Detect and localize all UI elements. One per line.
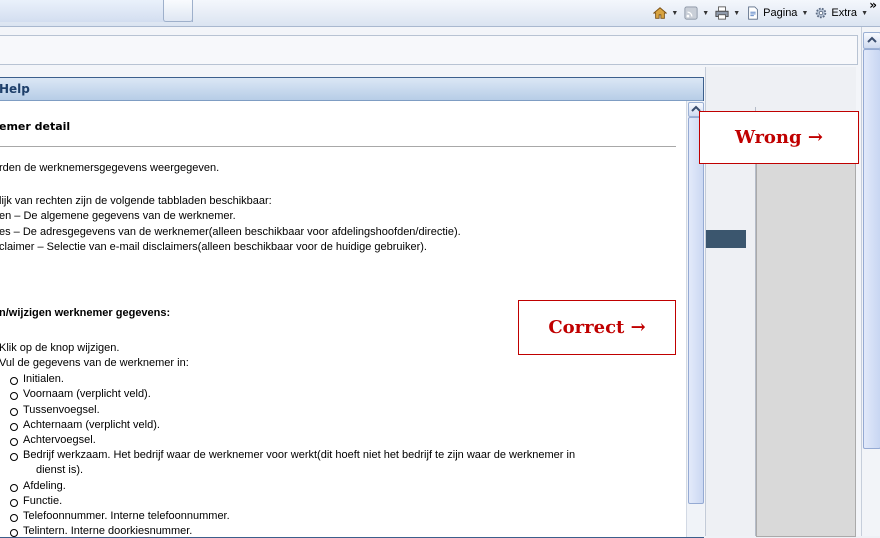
background-frame	[756, 159, 856, 537]
chevron-down-icon[interactable]: ▼	[702, 10, 709, 17]
wrong-annotation: Wrong →	[699, 111, 859, 164]
list-item: Initialen.	[10, 373, 64, 385]
list-item-continuation: dienst is).	[36, 464, 84, 476]
page-icon	[748, 6, 758, 20]
home-button[interactable]: ▼	[653, 6, 678, 20]
tools-menu-button[interactable]: Extra ▼	[814, 6, 868, 20]
scroll-up-button[interactable]	[863, 32, 880, 49]
scroll-thumb[interactable]	[863, 49, 880, 449]
list-item: Telefoonnummer. Interne telefoonnummer.	[10, 510, 230, 522]
print-button[interactable]: ▼	[715, 6, 740, 20]
help-title-bar[interactable]: Help	[0, 78, 703, 101]
tab-description: es – De adresgegevens van de werknemer(a…	[0, 226, 461, 238]
list-item: Achtervoegsel.	[10, 434, 96, 446]
step-text: Klik op de knop wijzigen.	[0, 342, 120, 354]
list-item: Achternaam (verplicht veld).	[10, 419, 160, 431]
page-menu-label: Pagina	[763, 7, 798, 19]
wrong-annotation-label: Wrong →	[735, 127, 823, 148]
tab-description: en – De algemene gegevens van de werknem…	[0, 210, 236, 222]
list-item: Telintern. Interne doorkiesnummer.	[9, 525, 193, 537]
section-title: n/wijzigen werknemer gegevens:	[0, 307, 171, 319]
correct-annotation: Correct →	[518, 300, 676, 355]
chevron-down-icon: ▼	[861, 9, 868, 17]
correct-annotation-label: Correct →	[548, 317, 646, 338]
list-item: Functie.	[9, 495, 63, 507]
page-menu-button[interactable]: Pagina ▼	[746, 6, 808, 20]
home-icon	[653, 7, 668, 19]
help-title: Help	[0, 82, 30, 96]
help-scroll-thumb[interactable]	[688, 117, 704, 504]
help-heading: emer detail	[0, 120, 71, 133]
content-header-bar	[0, 35, 858, 65]
gear-icon	[816, 7, 827, 19]
chevron-down-icon[interactable]: ▼	[671, 10, 678, 17]
heading-divider	[0, 146, 676, 147]
feeds-button[interactable]: ▼	[684, 6, 709, 20]
list-item: Tussenvoegsel.	[10, 404, 100, 416]
step-text: Vul de gegevens van de werknemer in:	[0, 357, 189, 369]
browser-toolbar: ▼ ▼ ▼ Pagina ▼ Extra ▼ »	[0, 0, 880, 27]
rights-intro-text: lijk van rechten zijn de volgende tabbla…	[0, 195, 272, 207]
help-scrollbar[interactable]	[686, 101, 704, 537]
more-chevron-button[interactable]: »	[869, 0, 877, 12]
page-scrollbar[interactable]	[861, 27, 880, 536]
printer-icon	[715, 6, 729, 20]
intro-text: rden de werknemersgegevens weergegeven.	[0, 162, 220, 174]
chevron-down-icon[interactable]: ▼	[733, 10, 740, 17]
list-item: Voornaam (verplicht veld).	[10, 388, 151, 400]
list-item: Afdeling.	[10, 480, 66, 492]
chevron-down-icon: ▼	[801, 9, 809, 17]
list-item: Bedrijf werkzaam. Het bedrijf waar de we…	[9, 449, 576, 461]
chevron-up-icon	[867, 36, 877, 43]
background-header-strip	[706, 230, 746, 248]
tools-menu-label: Extra	[831, 7, 858, 19]
tab-description: claimer – Selectie van e-mail disclaimer…	[0, 241, 427, 253]
new-tab-button[interactable]	[163, 0, 193, 22]
rss-icon	[684, 6, 698, 20]
command-bar: ▼ ▼ ▼ Pagina ▼ Extra ▼	[653, 3, 868, 23]
